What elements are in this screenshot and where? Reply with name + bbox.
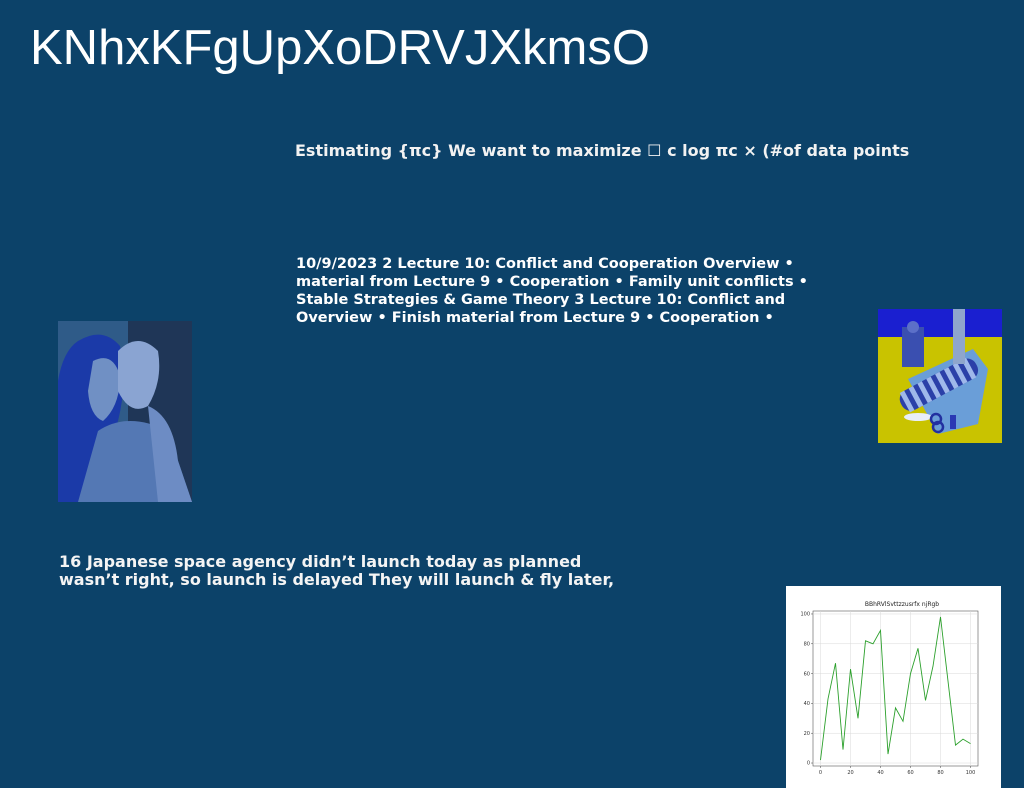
x-tick-label: 40 <box>877 770 883 776</box>
series-line <box>820 616 971 761</box>
y-tick-label: 60 <box>804 671 810 677</box>
lecture-text-block: 10/9/2023 2 Lecture 10: Conflict and Coo… <box>296 255 836 327</box>
news-text-block: 16 Japanese space agency didn’t launch t… <box>59 553 659 589</box>
y-tick-label: 100 <box>800 612 810 618</box>
lecture-line: Overview • Finish material from Lecture … <box>296 310 774 326</box>
lecture-line: material from Lecture 9 • Cooperation • … <box>296 274 808 290</box>
slide-title: KNhxKFgUpXoDRVJXkmsO <box>30 21 650 75</box>
x-tick-label: 100 <box>966 770 976 776</box>
news-line: wasn’t right, so launch is delayed They … <box>59 570 615 589</box>
y-tick-label: 80 <box>804 641 810 647</box>
y-tick-label: 0 <box>807 761 810 767</box>
x-tick-label: 80 <box>937 770 943 776</box>
x-tick-label: 0 <box>819 770 822 776</box>
x-tick-label: 20 <box>847 770 853 776</box>
couple-portrait-photo <box>58 321 192 502</box>
line-chart-svg: BBhRVlSvttzzusrfx njRgb 0 20 40 60 80 100 0 20 4… <box>800 601 979 776</box>
y-tick-label: 20 <box>804 731 810 737</box>
line-chart: BBhRVlSvttzzusrfx njRgb 0 20 40 60 80 100 0 20 4… <box>786 586 1001 788</box>
lecture-line: Stable Strategies & Game Theory 3 Lectur… <box>296 292 786 308</box>
series <box>820 616 971 761</box>
slide-subtitle: Estimating {πc} We want to maximize ☐ c … <box>295 141 910 160</box>
x-tick-label: 60 <box>907 770 913 776</box>
gift-wrapping-photo <box>878 309 1002 443</box>
lecture-line: 10/9/2023 2 Lecture 10: Conflict and Coo… <box>296 256 794 272</box>
y-tick-label: 40 <box>804 701 810 707</box>
news-line: 16 Japanese space agency didn’t launch t… <box>59 552 582 571</box>
chart-title: BBhRVlSvttzzusrfx njRgb <box>865 601 939 608</box>
